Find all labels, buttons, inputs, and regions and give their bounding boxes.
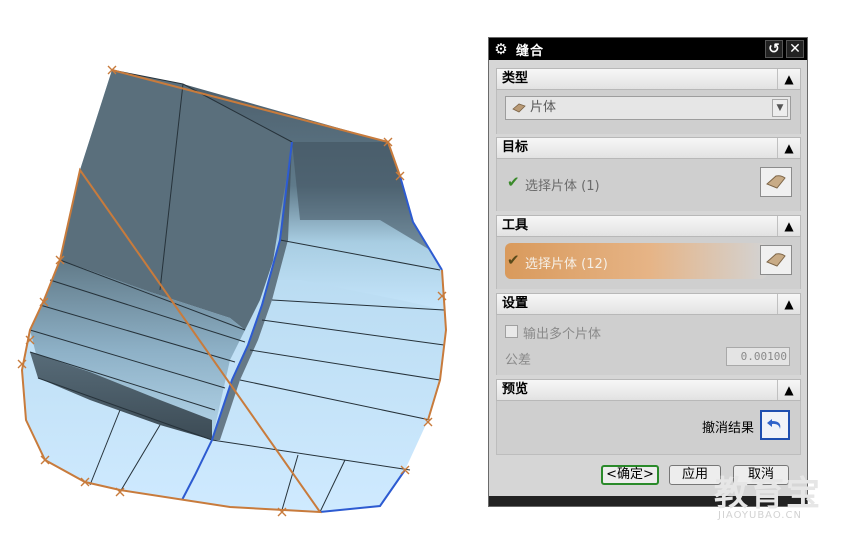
sew-dialog: ⚙ 缝合 ↺ ✕ 类型 ▲ 片体 ▼ 目标 ▲ ✔ 选择片体 (1) 工具 ▲ … — [488, 37, 808, 507]
section-type-header[interactable]: 类型 ▲ — [496, 68, 801, 90]
collapse-icon[interactable]: ▲ — [777, 380, 800, 400]
collapse-icon[interactable]: ▲ — [777, 294, 800, 314]
watermark-text: 教育宝 — [714, 474, 822, 514]
section-settings-title: 设置 — [502, 296, 529, 311]
type-dropdown-value: 片体 — [530, 100, 557, 115]
multi-sheet-label: 输出多个片体 — [523, 327, 602, 342]
select-sheet-button[interactable] — [760, 167, 792, 197]
check-icon: ✔ — [507, 251, 520, 269]
watermark-subtext: JIAOYUBAO.CN — [718, 510, 802, 521]
undo-result-button[interactable] — [760, 410, 790, 440]
type-dropdown[interactable]: 片体 ▼ — [505, 96, 791, 120]
target-select-row[interactable]: ✔ 选择片体 (1) — [497, 159, 802, 207]
dialog-title: 缝合 — [516, 43, 545, 59]
collapse-icon[interactable]: ▲ — [777, 138, 800, 158]
section-preview-body: 撤消结果 — [496, 401, 801, 455]
watermark: 教育宝 JIAOYUBAO.CN — [700, 466, 840, 526]
tolerance-input[interactable]: 0.00100 — [726, 347, 790, 366]
dialog-titlebar: ⚙ 缝合 ↺ ✕ — [489, 38, 807, 60]
close-icon[interactable]: ✕ — [786, 40, 804, 58]
section-type-title: 类型 — [502, 71, 529, 86]
model-viewport[interactable] — [0, 0, 480, 543]
check-icon: ✔ — [507, 173, 520, 191]
chevron-down-icon[interactable]: ▼ — [772, 99, 788, 117]
section-settings-header[interactable]: 设置 ▲ — [496, 293, 801, 315]
target-select-label: 选择片体 (1) — [525, 179, 600, 194]
ok-button[interactable]: <确定> — [601, 465, 659, 485]
section-target-title: 目标 — [502, 140, 529, 155]
select-sheet-button[interactable] — [760, 245, 792, 275]
section-target-header[interactable]: 目标 ▲ — [496, 137, 801, 159]
section-tool-body: ✔ 选择片体 (12) — [496, 237, 801, 289]
section-preview-header[interactable]: 预览 ▲ — [496, 379, 801, 401]
collapse-icon[interactable]: ▲ — [777, 69, 800, 89]
undo-result-label: 撤消结果 — [701, 421, 754, 436]
section-type-body: 片体 ▼ — [496, 90, 801, 134]
section-target-body: ✔ 选择片体 (1) — [496, 159, 801, 211]
sewn-sheet-model — [17, 65, 448, 517]
tool-select-row[interactable]: ✔ 选择片体 (12) — [497, 237, 802, 285]
sheet-body-icon — [512, 103, 526, 113]
collapse-icon[interactable]: ▲ — [777, 216, 800, 236]
section-tool-title: 工具 — [502, 218, 529, 233]
tolerance-label: 公差 — [505, 353, 532, 368]
reset-icon[interactable]: ↺ — [765, 40, 783, 58]
sheet-body-icon — [766, 175, 786, 189]
section-tool-header[interactable]: 工具 ▲ — [496, 215, 801, 237]
multi-sheet-checkbox[interactable] — [505, 325, 518, 338]
sheet-body-icon — [766, 253, 786, 267]
tool-select-label: 选择片体 (12) — [525, 257, 608, 272]
section-preview-title: 预览 — [502, 382, 529, 397]
undo-icon — [767, 419, 781, 429]
gear-icon[interactable]: ⚙ — [492, 40, 510, 58]
section-settings-body: 输出多个片体 公差 0.00100 — [496, 315, 801, 375]
